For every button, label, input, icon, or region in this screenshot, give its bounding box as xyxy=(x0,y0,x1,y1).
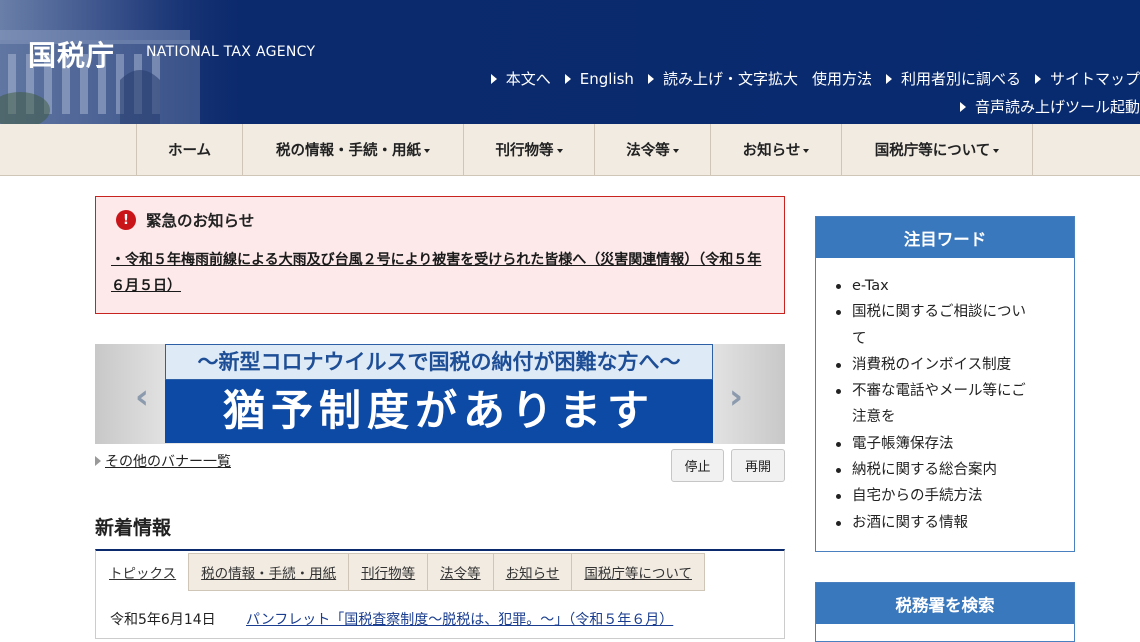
tab-publications[interactable]: 刊行物等 xyxy=(349,553,429,591)
other-banners-link[interactable]: その他のバナー一覧 xyxy=(95,451,231,471)
bullet-icon xyxy=(836,441,841,447)
global-nav: ホーム 税の情報・手続・用紙 刊行物等 法令等 お知らせ 国税庁等について xyxy=(0,124,1140,176)
news-date: 令和5年6月14日 xyxy=(110,612,216,628)
featured-item-etax[interactable]: e-Tax xyxy=(836,273,1074,299)
featured-item-payment[interactable]: 納税に関する総合案内 xyxy=(836,457,1074,483)
bullet-icon xyxy=(836,362,841,368)
bullet-icon xyxy=(836,468,841,474)
news-panel: トピックス 税の情報・手続・用紙 刊行物等 法令等 お知らせ 国税庁等について … xyxy=(95,549,785,639)
english-link[interactable]: English xyxy=(564,68,634,89)
tab-about[interactable]: 国税庁等について xyxy=(572,553,705,591)
list-item: 令和5年6月14日 パンフレット「国税査察制度～脱税は、犯罪。～」（令和５年６月… xyxy=(110,609,673,629)
usage-link[interactable]: 使用方法 xyxy=(812,68,872,89)
banner-main-text[interactable]: 猶予制度があります xyxy=(165,380,713,443)
caret-down-icon xyxy=(424,148,430,153)
featured-item-invoice[interactable]: 消費税のインボイス制度 xyxy=(836,352,1074,378)
site-logo-english: NATIONAL TAX AGENCY xyxy=(146,44,316,60)
featured-words-heading: 注目ワード xyxy=(816,217,1074,258)
nav-home[interactable]: ホーム xyxy=(137,124,243,175)
carousel-next-icon[interactable]: › xyxy=(729,380,743,414)
office-search-box: 税務署を検索 xyxy=(815,582,1075,642)
triangle-right-icon xyxy=(885,73,892,84)
triangle-right-icon xyxy=(959,101,966,112)
featured-item-home[interactable]: 自宅からの手続方法 xyxy=(836,483,1074,509)
triangle-right-icon xyxy=(95,456,101,466)
emergency-heading: ! 緊急のお知らせ xyxy=(116,209,254,231)
tab-tax-info[interactable]: 税の情報・手続・用紙 xyxy=(189,553,350,591)
emergency-link[interactable]: ・令和５年梅雨前線による大雨及び台風２号により被害を受けられた皆様へ（災害関連情… xyxy=(111,247,771,299)
bullet-icon xyxy=(836,389,841,395)
site-logo[interactable]: 国税庁 xyxy=(28,34,115,74)
triangle-right-icon xyxy=(1034,73,1041,84)
voice-tool-link[interactable]: 音声読み上げツール起動 xyxy=(959,96,1140,117)
banner-subtitle[interactable]: ～新型コロナウイルスで国税の納付が困難な方へ～ xyxy=(165,344,713,380)
news-heading: 新着情報 xyxy=(95,517,172,539)
featured-item-consult[interactable]: 国税に関するご相談について xyxy=(836,299,1074,352)
emergency-notice: ! 緊急のお知らせ ・令和５年梅雨前線による大雨及び台風２号により被害を受けられ… xyxy=(95,196,785,314)
featured-item-scam[interactable]: 不審な電話やメール等にご注意を xyxy=(836,378,1074,431)
nav-about[interactable]: 国税庁等について xyxy=(842,124,1033,175)
bullet-icon xyxy=(836,310,841,316)
skip-to-content-link[interactable]: 本文へ xyxy=(490,68,551,89)
bullet-icon xyxy=(836,494,841,500)
carousel-prev-icon[interactable]: ‹ xyxy=(135,380,149,414)
by-user-link[interactable]: 利用者別に調べる xyxy=(885,68,1021,89)
nav-publications[interactable]: 刊行物等 xyxy=(464,124,595,175)
news-tabs: トピックス 税の情報・手続・用紙 刊行物等 法令等 お知らせ 国税庁等について xyxy=(96,553,705,591)
tab-topics[interactable]: トピックス xyxy=(96,553,190,591)
carousel-resume-button[interactable]: 再開 xyxy=(731,449,785,482)
bullet-icon xyxy=(836,520,841,526)
utility-nav: 本文へ English 読み上げ・文字拡大 使用方法 利用者別に調べる サイトマ… xyxy=(477,68,1140,89)
tab-notices[interactable]: お知らせ xyxy=(493,553,573,591)
tab-laws[interactable]: 法令等 xyxy=(428,553,494,591)
sitemap-link[interactable]: サイトマップ xyxy=(1034,68,1140,89)
triangle-right-icon xyxy=(647,73,654,84)
featured-words-box: 注目ワード e-Tax 国税に関するご相談について 消費税のインボイス制度 不審… xyxy=(815,216,1075,552)
nav-laws[interactable]: 法令等 xyxy=(595,124,711,175)
featured-words-list: e-Tax 国税に関するご相談について 消費税のインボイス制度 不審な電話やメー… xyxy=(816,258,1074,536)
featured-item-liquor[interactable]: お酒に関する情報 xyxy=(836,510,1074,536)
triangle-right-icon xyxy=(564,73,571,84)
utility-nav-2: 音声読み上げツール起動 xyxy=(946,96,1140,117)
banner-carousel: ‹ ～新型コロナウイルスで国税の納付が困難な方へ～ 猶予制度があります › xyxy=(95,344,785,444)
nav-tax-info[interactable]: 税の情報・手続・用紙 xyxy=(243,124,464,175)
alert-icon: ! xyxy=(116,210,136,230)
featured-item-ebook[interactable]: 電子帳簿保存法 xyxy=(836,431,1074,457)
office-search-heading: 税務署を検索 xyxy=(816,583,1074,624)
caret-down-icon xyxy=(672,148,679,153)
carousel-stop-button[interactable]: 停止 xyxy=(671,449,724,482)
news-link[interactable]: パンフレット「国税査察制度～脱税は、犯罪。～」（令和５年６月） xyxy=(246,609,673,629)
caret-down-icon xyxy=(993,148,1000,153)
read-aloud-zoom-link[interactable]: 読み上げ・文字拡大 xyxy=(647,68,798,89)
caret-down-icon xyxy=(803,148,810,153)
site-header: 国税庁 NATIONAL TAX AGENCY 本文へ English 読み上げ… xyxy=(0,0,1140,124)
nav-notices[interactable]: お知らせ xyxy=(711,124,842,175)
caret-down-icon xyxy=(556,148,563,153)
triangle-right-icon xyxy=(490,73,497,84)
bullet-icon xyxy=(836,284,841,289)
